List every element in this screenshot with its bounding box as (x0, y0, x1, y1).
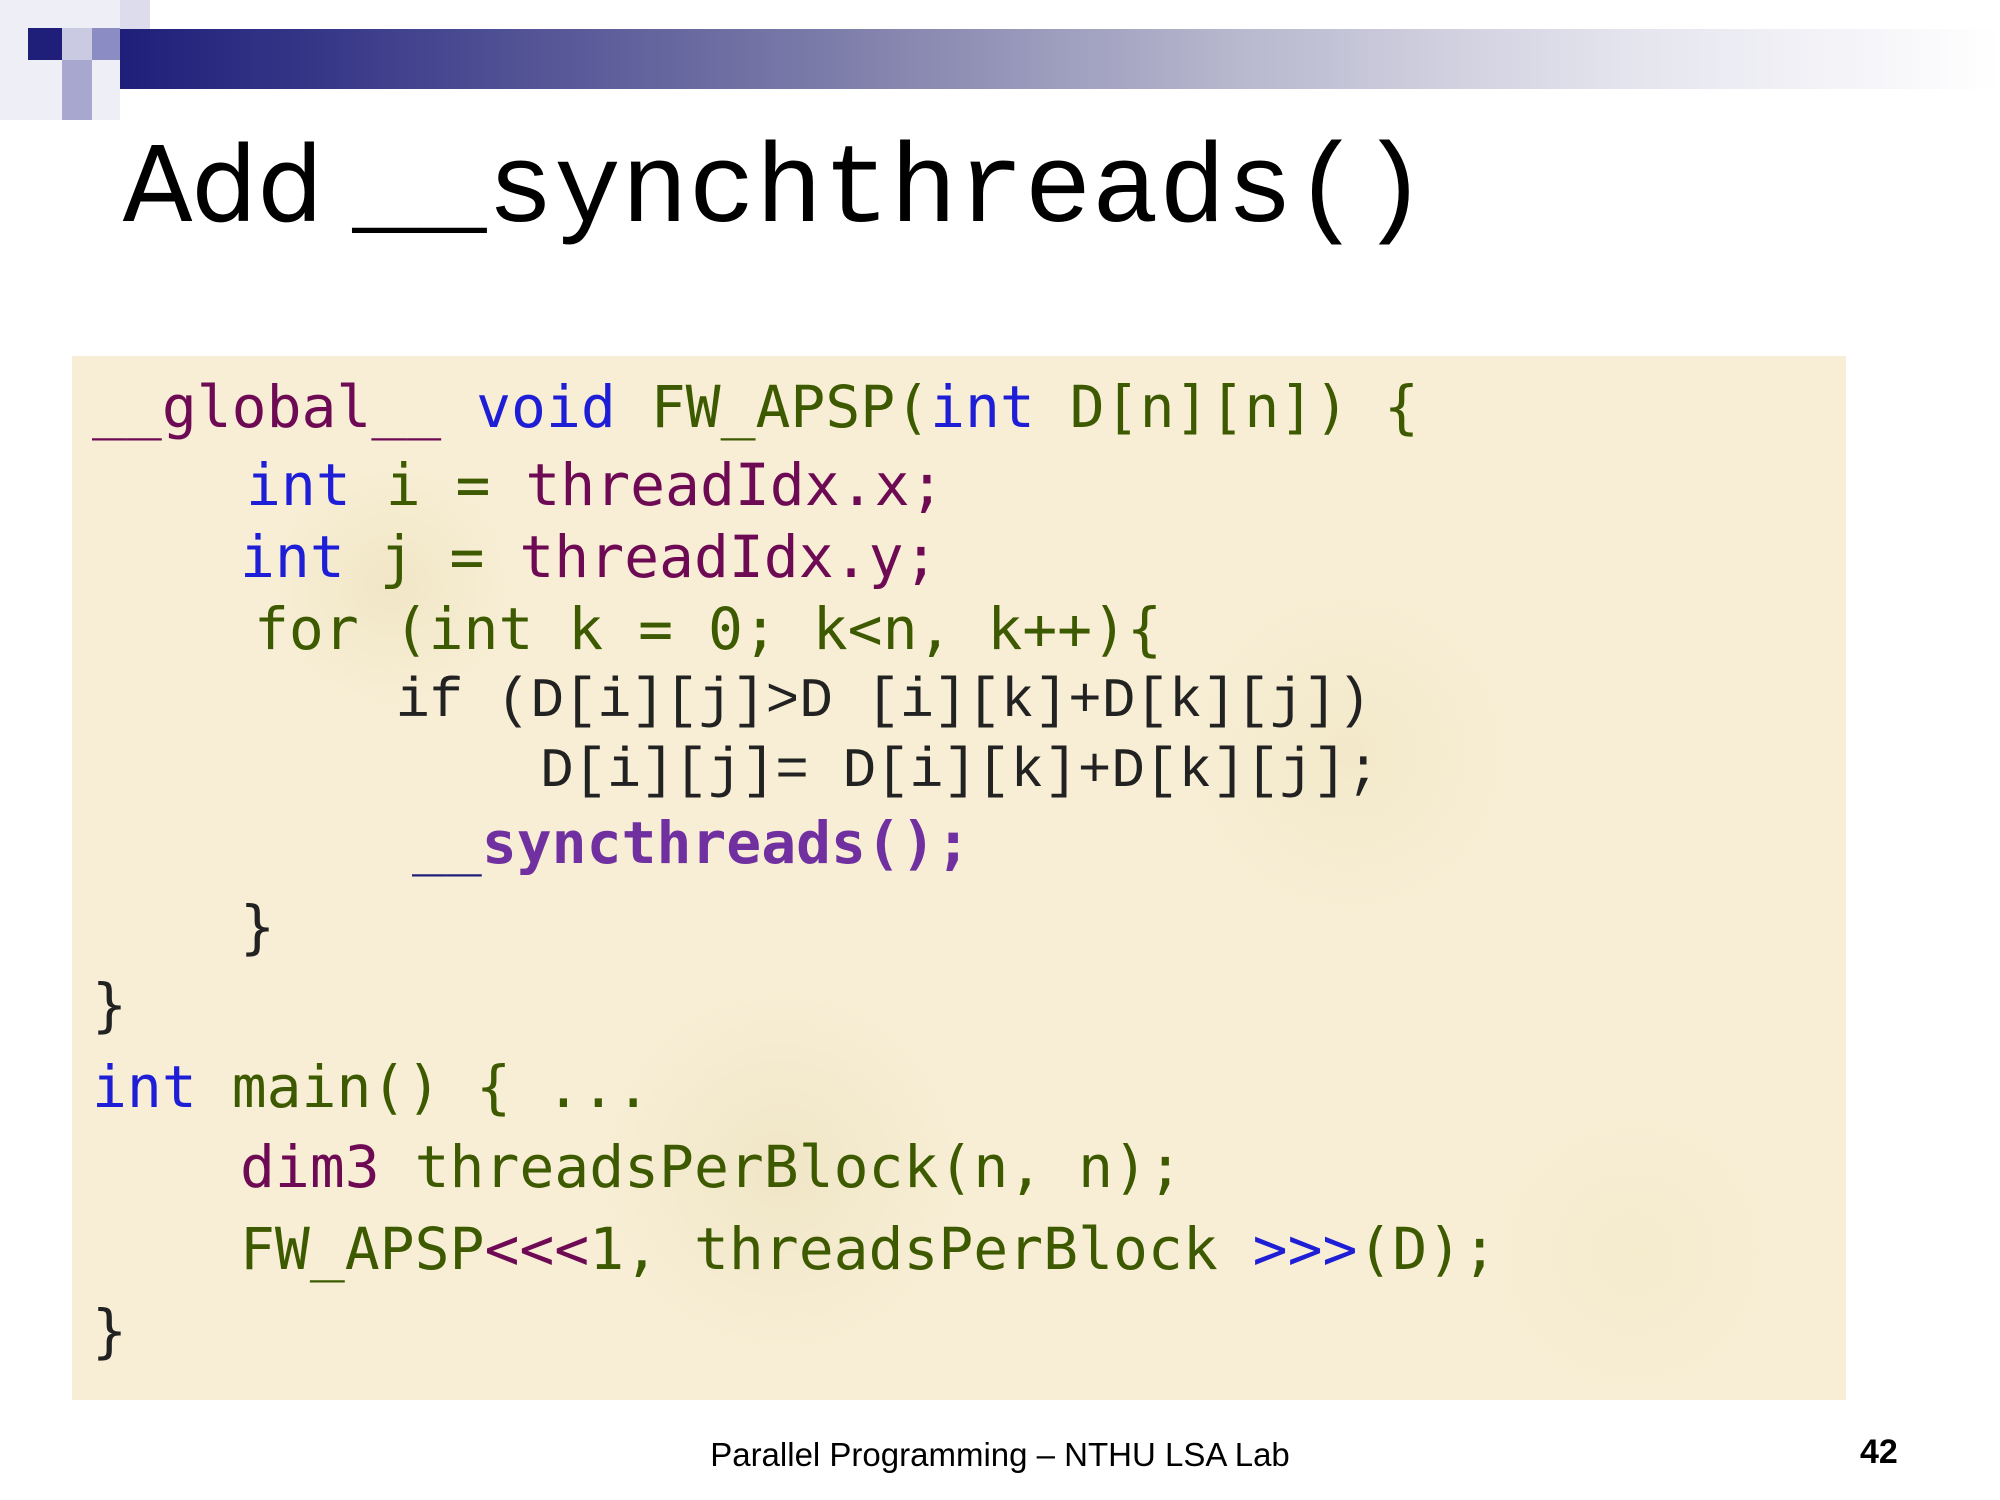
code-token: for ( (254, 595, 429, 663)
code-token: int (246, 451, 351, 519)
code-token: i = (385, 451, 526, 519)
code-token: syncthreads(); (481, 809, 971, 877)
code-line-4: for (int k = 0; k<n, k++){ (254, 594, 1162, 664)
code-line-9: } (92, 971, 127, 1039)
title-word: Add (122, 124, 324, 246)
code-line-12: FW_APSP<<<1, threadsPerBlock >>>(D); (240, 1214, 1497, 1284)
footer-text: Parallel Programming – NTHU LSA Lab (710, 1436, 1290, 1473)
header-square-mid (62, 60, 92, 120)
code-line-10: int main() { ... (92, 1052, 651, 1122)
header-square-dark (28, 28, 62, 60)
code-token: threadIdx.x; (525, 451, 945, 519)
code-token: int (240, 523, 345, 591)
code-token: <<< (484, 1215, 590, 1283)
title-code: __synchthreads() (352, 128, 1428, 255)
code-line-11: dim3 threadsPerBlock(n, n); (240, 1132, 1183, 1202)
code-token: FW_APSP( (650, 373, 931, 441)
code-line-1: __global__ void FW_APSP(int D[n][n]) { (92, 372, 1419, 442)
code-line-6: D[i][j]= D[i][k]+D[k][j]; (540, 739, 1381, 803)
header-square-light (0, 0, 120, 120)
code-token: FW_APSP (240, 1215, 485, 1283)
code-token: D[n][n]) { (1069, 373, 1419, 441)
code-token: threadIdx.y; (519, 523, 939, 591)
code-token: 1, threadsPerBlock (589, 1215, 1253, 1283)
header-gradient-bar (120, 29, 2000, 89)
code-line-5: if (D[i][j]>D [i][k]+D[k][j]) (396, 669, 1371, 733)
code-token: >>> (1252, 1215, 1358, 1283)
code-token: (D); (1357, 1215, 1498, 1283)
page-number: 42 (1860, 1433, 1898, 1471)
code-token: int (428, 595, 534, 663)
code-line-8: } (240, 893, 275, 961)
header-square-faint (120, 0, 150, 29)
code-line-2: int i = threadIdx.x; (246, 450, 944, 520)
code-token: k = 0; k<n, k++){ (568, 595, 1162, 663)
code-token: __global__ (92, 373, 442, 441)
code-token: j = (379, 523, 520, 591)
code-panel: __global__ void FW_APSP(int D[n][n]) { i… (72, 356, 1846, 1400)
code-token: threadsPerBlock(n, n); (414, 1133, 1183, 1201)
code-token: dim3 (240, 1133, 380, 1201)
slide-title: Add __synchthreads() (122, 120, 1428, 255)
code-token: void (476, 373, 616, 441)
code-line-7: __syncthreads(); (412, 808, 971, 878)
code-line-13: } (92, 1297, 127, 1365)
code-token: int (930, 373, 1035, 441)
header-square-accent (92, 28, 120, 60)
code-line-3: int j = threadIdx.y; (240, 522, 938, 592)
code-token: int (92, 1053, 197, 1121)
code-token: __ (412, 809, 482, 877)
code-token: main() { ... (231, 1053, 651, 1121)
header-square-pale (62, 28, 92, 60)
